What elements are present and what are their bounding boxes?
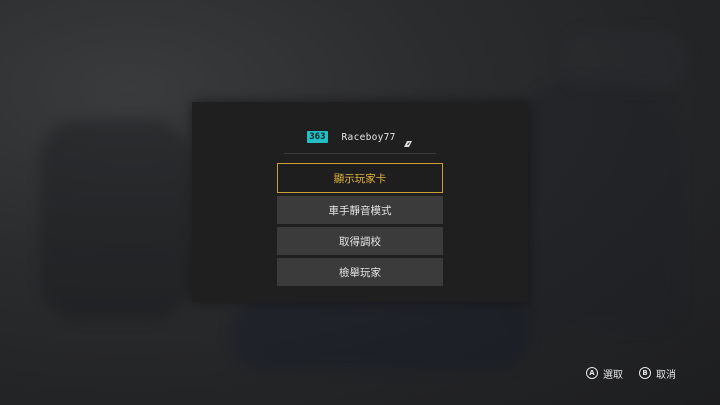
cancel-hint[interactable]: B 取消 [639,366,676,381]
player-options-dialog: 363 Raceboy77 顯示玩家卡 車手靜音模式 取得調校 檢舉玩家 [192,102,528,302]
select-hint-label: 選取 [603,369,623,381]
menu-item-show-player-card[interactable]: 顯示玩家卡 [277,163,443,193]
menu-item-mute-driver[interactable]: 車手靜音模式 [277,196,443,224]
background-blur-shape [40,120,190,320]
background-blur-shape [510,80,680,330]
menu-item-label: 取得調校 [339,235,381,248]
background-blur-shape [230,300,530,370]
player-options-menu: 顯示玩家卡 車手靜音模式 取得調校 檢舉玩家 [277,163,443,286]
player-header: 363 Raceboy77 [192,130,528,147]
menu-item-report-player[interactable]: 檢舉玩家 [277,258,443,286]
b-button-icon: B [639,367,651,379]
menu-item-label: 檢舉玩家 [339,266,381,279]
header-divider [284,153,436,154]
platform-tag-icon [403,133,413,147]
player-level-badge: 363 [307,131,328,143]
menu-item-label: 顯示玩家卡 [333,172,387,185]
player-name: Raceboy77 [341,131,396,143]
a-button-icon: A [586,367,598,379]
menu-item-get-tune[interactable]: 取得調校 [277,227,443,255]
cancel-hint-label: 取消 [656,369,676,381]
menu-item-label: 車手靜音模式 [328,204,392,217]
button-hints: A 選取 B 取消 [570,366,676,381]
background-blur-shape [560,30,690,90]
select-hint[interactable]: A 選取 [586,366,623,381]
